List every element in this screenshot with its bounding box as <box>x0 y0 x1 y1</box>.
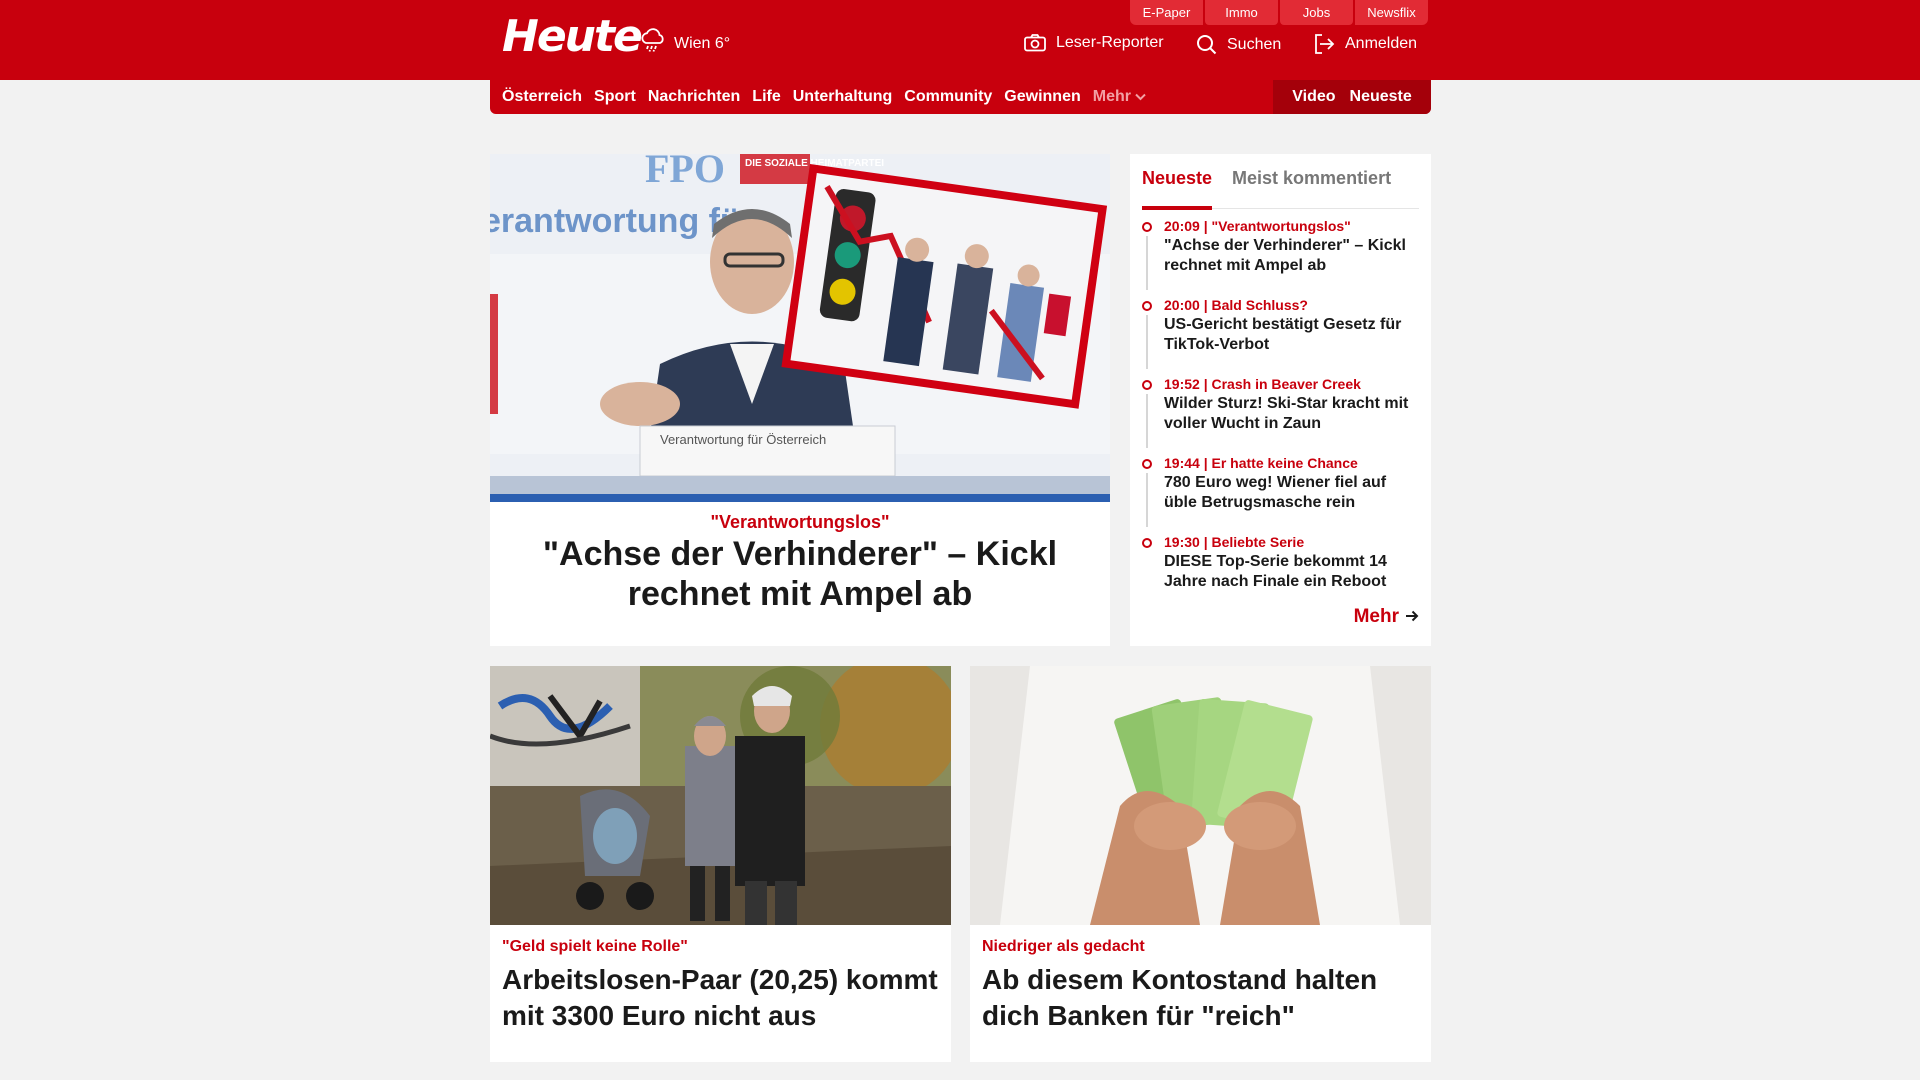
nav-latest[interactable]: Neueste <box>1350 88 1412 106</box>
nav-right-group: Video Neueste <box>1273 80 1431 114</box>
timeline-line <box>1146 473 1148 527</box>
login-button[interactable]: Anmelden <box>1314 34 1417 54</box>
timeline-item[interactable]: 20:09 | "Verantwortungslos" "Achse der V… <box>1142 214 1422 293</box>
timeline-meta: 19:44 | Er hatte keine Chance <box>1164 455 1358 471</box>
nav-more-label: Mehr <box>1092 88 1131 105</box>
svg-text:FPÖ: FPÖ <box>645 154 725 191</box>
timeline-meta: 19:52 | Crash in Beaver Creek <box>1164 376 1361 392</box>
site-header: E-Paper Immo Jobs Newsflix Heute Wien 6°… <box>0 0 1920 80</box>
search-icon <box>1196 34 1217 55</box>
timeline-item[interactable]: 19:52 | Crash in Beaver Creek Wilder Stu… <box>1142 372 1422 451</box>
nav-more-dropdown[interactable]: Mehr <box>1093 88 1146 106</box>
timeline-title[interactable]: 780 Euro weg! Wiener fiel auf üble Betru… <box>1164 473 1422 513</box>
nav-item-unterhaltung[interactable]: Unterhaltung <box>793 88 893 106</box>
timeline-dot-icon <box>1142 538 1152 548</box>
timeline-title[interactable]: Wilder Sturz! Ski-Star kracht mit voller… <box>1164 394 1422 434</box>
top-link-newsflix[interactable]: Newsflix <box>1355 0 1428 25</box>
article-headline[interactable]: Ab diesem Kontostand halten dich Banken … <box>982 962 1419 1034</box>
article-card[interactable]: "Geld spielt keine Rolle" Arbeitslosen-P… <box>490 666 951 1062</box>
login-label: Anmelden <box>1345 35 1418 52</box>
article-card[interactable]: Niedriger als gedacht Ab diesem Kontosta… <box>970 666 1431 1062</box>
weather-widget[interactable]: Wien 6° <box>640 28 730 59</box>
tab-neueste[interactable]: Neueste <box>1142 164 1213 210</box>
timeline-item[interactable]: 19:44 | Er hatte keine Chance 780 Euro w… <box>1142 451 1422 530</box>
leser-reporter-label: Leser-Reporter <box>1056 34 1164 51</box>
nav-item-oesterreich[interactable]: Österreich <box>502 88 582 106</box>
leser-reporter-button[interactable]: Leser-Reporter <box>1024 34 1164 52</box>
tab-meist-kommentiert[interactable]: Meist kommentiert <box>1232 164 1391 209</box>
sidebar-more-link[interactable]: Mehr <box>1354 606 1419 628</box>
sidebar-more-label: Mehr <box>1353 606 1399 627</box>
camera-icon <box>1024 34 1046 52</box>
news-timeline: 20:09 | "Verantwortungslos" "Achse der V… <box>1142 214 1422 609</box>
latest-news-sidebar: Neueste Meist kommentiert 20:09 | "Veran… <box>1130 154 1431 646</box>
timeline-title[interactable]: DIESE Top-Serie bekommt 14 Jahre nach Fi… <box>1164 552 1422 592</box>
search-button[interactable]: Suchen <box>1196 34 1281 55</box>
weather-label: Wien 6° <box>674 34 731 52</box>
hero-article[interactable]: FPÖ DIE SOZIALE HEIMATPARTEI erantwortun… <box>490 154 1110 646</box>
top-links: E-Paper Immo Jobs Newsflix <box>1130 0 1428 25</box>
nav-item-life[interactable]: Life <box>752 88 780 106</box>
timeline-dot-icon <box>1142 459 1152 469</box>
search-label: Suchen <box>1227 35 1282 53</box>
timeline-line <box>1146 315 1148 369</box>
top-link-jobs[interactable]: Jobs <box>1280 0 1353 25</box>
hero-kicker: "Verantwortungslos" <box>710 512 890 532</box>
nav-item-gewinnen[interactable]: Gewinnen <box>1004 88 1080 106</box>
nav-video[interactable]: Video <box>1292 88 1335 106</box>
login-icon <box>1314 34 1335 54</box>
timeline-meta: 20:09 | "Verantwortungslos" <box>1164 218 1351 234</box>
site-logo[interactable]: Heute <box>502 12 643 62</box>
main-navigation: Österreich Sport Nachrichten Life Unterh… <box>490 80 1431 114</box>
article-kicker: Niedriger als gedacht <box>982 938 1145 955</box>
top-link-epaper[interactable]: E-Paper <box>1130 0 1203 25</box>
timeline-meta: 19:30 | Beliebte Serie <box>1164 534 1305 550</box>
timeline-dot-icon <box>1142 222 1152 232</box>
hero-image[interactable]: FPÖ DIE SOZIALE HEIMATPARTEI erantwortun… <box>490 154 1110 502</box>
chevron-down-icon <box>1135 88 1146 106</box>
article-image[interactable] <box>970 666 1431 925</box>
timeline-meta: 20:00 | Bald Schluss? <box>1164 297 1308 313</box>
timeline-line <box>1146 394 1148 448</box>
article-headline[interactable]: Arbeitslosen-Paar (20,25) kommt mit 3300… <box>502 962 939 1034</box>
hero-headline[interactable]: "Achse der Verhinderer" – Kickl rechnet … <box>490 534 1110 614</box>
article-image[interactable] <box>490 666 951 925</box>
timeline-line <box>1146 236 1148 290</box>
timeline-title[interactable]: US-Gericht bestätigt Gesetz für TikTok-V… <box>1164 315 1422 355</box>
timeline-title[interactable]: "Achse der Verhinderer" – Kickl rechnet … <box>1164 236 1422 276</box>
timeline-dot-icon <box>1142 380 1152 390</box>
timeline-dot-icon <box>1142 301 1152 311</box>
nav-item-nachrichten[interactable]: Nachrichten <box>648 88 740 106</box>
svg-text:Verantwortung für Österreich: Verantwortung für Österreich <box>660 432 826 447</box>
sidebar-tabs: Neueste Meist kommentiert <box>1142 164 1419 210</box>
timeline-item[interactable]: 19:30 | Beliebte Serie DIESE Top-Serie b… <box>1142 530 1422 609</box>
nav-item-sport[interactable]: Sport <box>594 88 636 106</box>
timeline-item[interactable]: 20:00 | Bald Schluss? US-Gericht bestäti… <box>1142 293 1422 372</box>
nav-item-community[interactable]: Community <box>904 88 992 106</box>
top-link-immo[interactable]: Immo <box>1205 0 1278 25</box>
rain-cloud-icon <box>640 28 666 59</box>
arrow-right-icon <box>1405 606 1419 628</box>
article-kicker: "Geld spielt keine Rolle" <box>502 938 688 955</box>
